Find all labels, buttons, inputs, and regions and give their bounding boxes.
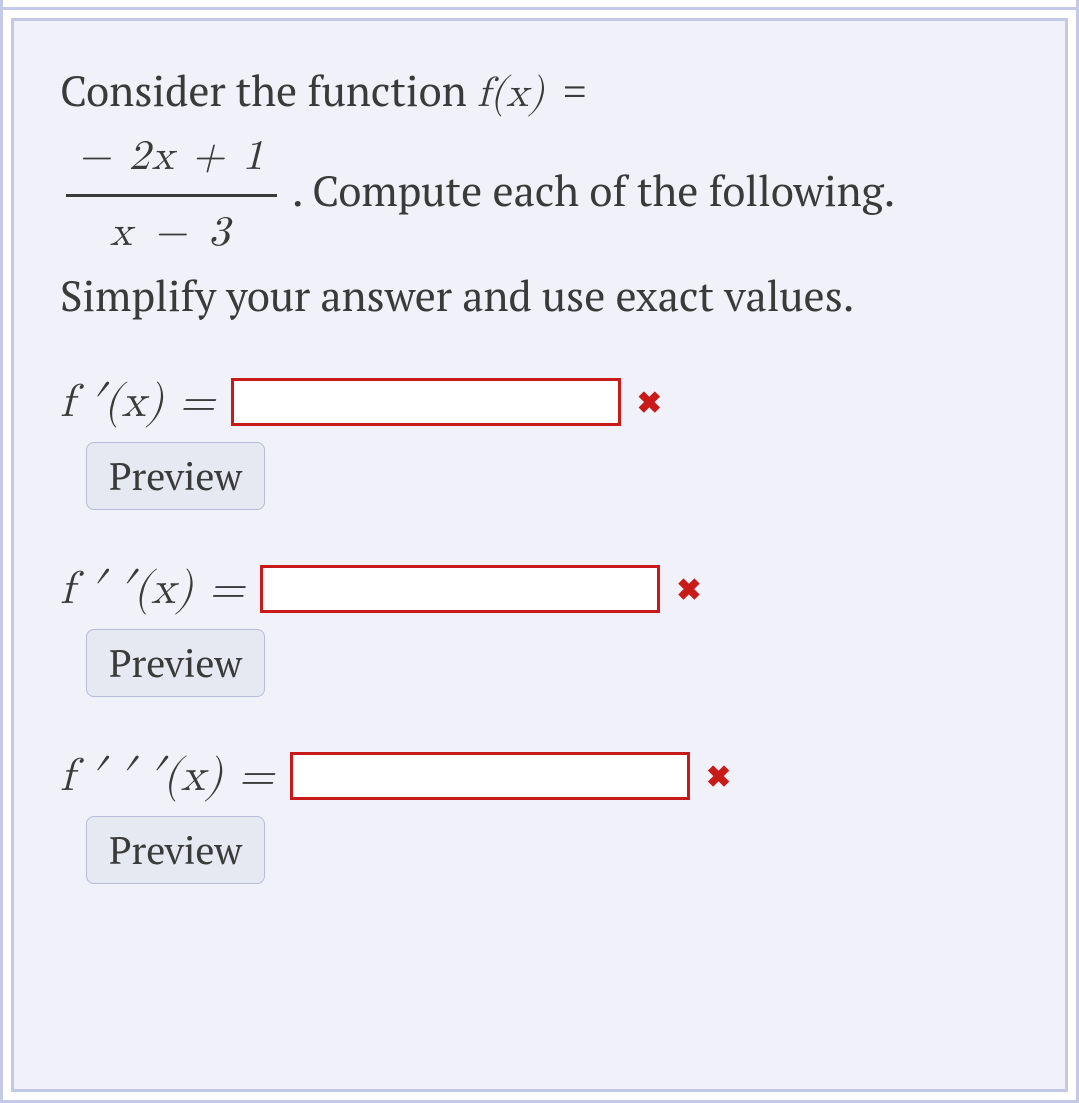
answer-row-2: f ′ ′(x) = ✖ [60,562,1025,617]
answer-label-fprime: f ′(x) = [60,375,215,430]
question-panel: Consider the function f(x) = − 2x + 1 x … [11,18,1068,1092]
equals-sign: = [555,70,595,116]
preview-button-2[interactable]: Preview [86,629,265,697]
answer-row-3: f ′ ′ ′(x) = ✖ [60,749,1025,804]
question-prompt: Consider the function f(x) = − 2x + 1 x … [60,61,1025,327]
prompt-text-1: Consider the function [60,63,477,119]
answer-row-1: f ′(x) = ✖ [60,375,1025,430]
answer-input-f3prime[interactable] [290,752,690,800]
function-lhs: f(x) [477,73,545,115]
preview-row-2: Preview [60,629,1025,697]
function-fraction: − 2x + 1 x − 3 [66,125,277,266]
preview-button-1[interactable]: Preview [86,442,265,510]
fraction-denominator: x − 3 [66,197,277,266]
incorrect-icon: ✖ [676,574,701,604]
preview-row-3: Preview [60,816,1025,884]
preview-row-1: Preview [60,442,1025,510]
outer-frame: Consider the function f(x) = − 2x + 1 x … [0,0,1079,1103]
preview-button-3[interactable]: Preview [86,816,265,884]
top-divider [3,0,1076,10]
answer-input-fprime[interactable] [231,378,621,426]
incorrect-icon: ✖ [637,387,662,417]
answer-input-f2prime[interactable] [260,565,660,613]
fraction-numerator: − 2x + 1 [66,125,277,197]
answer-label-f3prime: f ′ ′ ′(x) = [60,749,274,804]
incorrect-icon: ✖ [706,761,731,791]
answer-label-f2prime: f ′ ′(x) = [60,562,244,617]
